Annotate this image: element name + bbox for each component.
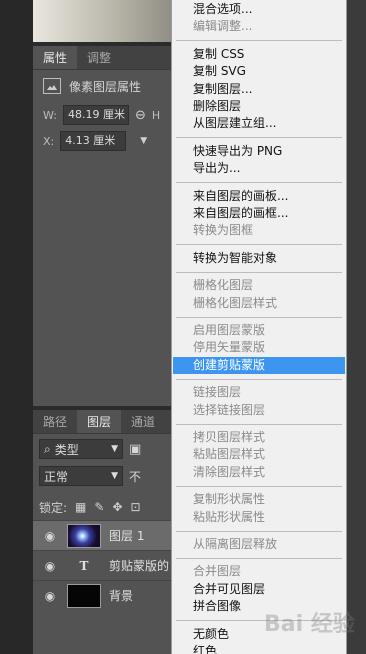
menu-item[interactable]: 来自图层的画板... — [173, 188, 345, 205]
x-field[interactable]: 4.13 厘米 — [60, 131, 127, 151]
menu-item: 拷贝图层样式 — [193, 430, 266, 444]
menu-separator — [176, 485, 342, 487]
lock-move-icon[interactable]: ✥ — [112, 500, 122, 514]
lock-transparency-icon[interactable]: ▦ — [75, 500, 86, 514]
menu-separator — [176, 316, 342, 318]
menu-item[interactable]: 合并可见图层 — [173, 581, 345, 598]
menu-item: 启用图层蒙版 — [193, 323, 266, 337]
menu-item: 栅格化图层样式 — [193, 295, 278, 310]
layer-name: 背景 — [109, 589, 134, 603]
visibility-eye-icon[interactable]: ◉ — [33, 589, 67, 603]
lock-paint-icon[interactable]: ✎ — [94, 500, 104, 514]
chevron-down-icon: ▼ — [111, 444, 118, 454]
right-background — [347, 0, 366, 654]
menu-item[interactable]: 复制 CSS — [173, 46, 345, 63]
height-label: H — [151, 108, 161, 122]
menu-separator — [176, 530, 342, 532]
menu-item: 复制形状属性 — [193, 492, 266, 507]
menu-item[interactable]: 导出为... — [173, 160, 345, 177]
menu-item[interactable]: 混合选项... — [173, 1, 345, 18]
x-row: X: 4.13 厘米 ▼ — [33, 128, 183, 154]
lock-artboard-icon[interactable]: ⊡ — [131, 500, 141, 514]
layer-row[interactable]: ◉ 图层 1 — [33, 520, 183, 550]
blend-mode-label: 正常 — [44, 469, 69, 484]
menu-item: 合并图层 — [193, 564, 242, 579]
layer-context-menu: 混合选项... 编辑调整... 复制 CSS 复制 SVG 复制图层... 删除图层 从图层… — [171, 0, 347, 654]
width-field[interactable]: 48.19 厘米 — [62, 105, 129, 125]
layer-thumbnail — [67, 583, 101, 608]
lock-row: 锁定: ▦ ✎ ✥ ⊡ — [33, 494, 183, 520]
image-layer-icon — [43, 78, 61, 94]
layer-name: 剪贴蒙版的 — [109, 559, 170, 573]
menu-item: 链接图层 — [193, 385, 242, 400]
layer-row[interactable]: ◉ T 剪贴蒙版的 — [33, 550, 183, 580]
menu-item[interactable]: 无颜色 — [173, 626, 345, 643]
visibility-eye-icon[interactable]: ◉ — [33, 529, 67, 543]
menu-item: 粘贴图层样式 — [193, 447, 266, 462]
link-icon[interactable]: ⊖ — [135, 108, 146, 123]
tab-layers[interactable]: 图层 — [77, 410, 122, 433]
properties-title: 像素图层属性 — [69, 79, 142, 94]
layer-filter-select[interactable]: ⌕ 类型 ▼ — [39, 439, 123, 459]
gradient-preview — [33, 0, 178, 42]
menu-separator — [176, 557, 342, 559]
menu-item[interactable]: 转换为智能对象 — [173, 250, 345, 267]
chevron-down-icon: ▼ — [111, 471, 118, 481]
blend-row: 正常 ▼ 不 — [33, 464, 183, 494]
menu-separator — [176, 423, 342, 425]
menu-separator — [176, 244, 342, 246]
tab-adjustments[interactable]: 调整 — [77, 46, 121, 69]
menu-item[interactable]: 复制 SVG — [173, 63, 345, 80]
menu-item: 粘贴形状属性 — [193, 509, 266, 524]
chevron-down-icon[interactable]: ▼ — [140, 136, 147, 146]
menu-item[interactable]: 删除图层 — [173, 98, 345, 115]
tab-properties[interactable]: 属性 — [33, 46, 78, 69]
menu-separator — [176, 620, 342, 622]
menu-separator — [176, 378, 342, 380]
x-label: X: — [43, 134, 55, 148]
left-toolbar-gutter — [0, 0, 33, 654]
menu-separator — [176, 182, 342, 184]
menu-item[interactable]: 从图层建立组... — [173, 115, 345, 132]
search-icon: ⌕ — [44, 441, 51, 456]
menu-item: 编辑调整... — [193, 19, 253, 34]
menu-separator — [176, 271, 342, 273]
width-row: W: 48.19 厘米 ⊖ H — [33, 102, 183, 128]
menu-separator — [176, 40, 342, 42]
menu-separator — [176, 137, 342, 139]
layer-thumbnail — [67, 523, 101, 548]
opacity-label: 不 — [129, 469, 142, 484]
menu-item[interactable]: 拼合图像 — [173, 598, 345, 615]
lock-label: 锁定: — [39, 500, 68, 515]
layers-tabbar: 路径 图层 通道 — [33, 410, 183, 434]
visibility-eye-icon[interactable]: ◉ — [33, 559, 67, 573]
image-filter-icon[interactable]: ▣ — [129, 442, 141, 457]
menu-item: 栅格化图层 — [193, 278, 254, 293]
menu-item: 转换为图框 — [193, 223, 254, 238]
filter-type-label: 类型 — [54, 442, 79, 457]
menu-item[interactable]: 红色 — [173, 643, 345, 654]
layer-name: 图层 1 — [109, 529, 145, 543]
menu-item: 从隔离图层释放 — [193, 537, 278, 551]
layers-panel: 路径 图层 通道 ⌕ 类型 ▼ ▣ 正常 ▼ 不 锁定: ▦ ✎ ✥ ⊡ ◉ 图… — [33, 410, 183, 654]
properties-header: 像素图层属性 — [33, 70, 183, 102]
menu-item[interactable]: 复制图层... — [173, 81, 345, 98]
menu-item: 停用矢量蒙版 — [193, 340, 266, 355]
menu-item[interactable]: 快速导出为 PNG — [173, 143, 345, 160]
menu-item[interactable]: 来自图层的画框... — [173, 205, 345, 222]
text-layer-icon: T — [79, 558, 89, 573]
tab-channels[interactable]: 通道 — [121, 410, 165, 433]
properties-panel: 属性 调整 像素图层属性 W: 48.19 厘米 ⊖ H X: 4.13 厘米 … — [33, 46, 183, 406]
menu-item: 选择链接图层 — [193, 402, 266, 417]
menu-item: 清除图层样式 — [193, 464, 266, 479]
layer-row[interactable]: ◉ 背景 — [33, 580, 183, 610]
width-label: W: — [43, 108, 57, 122]
menu-item[interactable]: 创建剪贴蒙版 — [173, 356, 345, 374]
tab-paths[interactable]: 路径 — [33, 410, 77, 433]
properties-tabbar: 属性 调整 — [33, 46, 183, 70]
layer-filter-row: ⌕ 类型 ▼ ▣ — [33, 434, 183, 464]
blend-mode-select[interactable]: 正常 ▼ — [39, 466, 123, 486]
